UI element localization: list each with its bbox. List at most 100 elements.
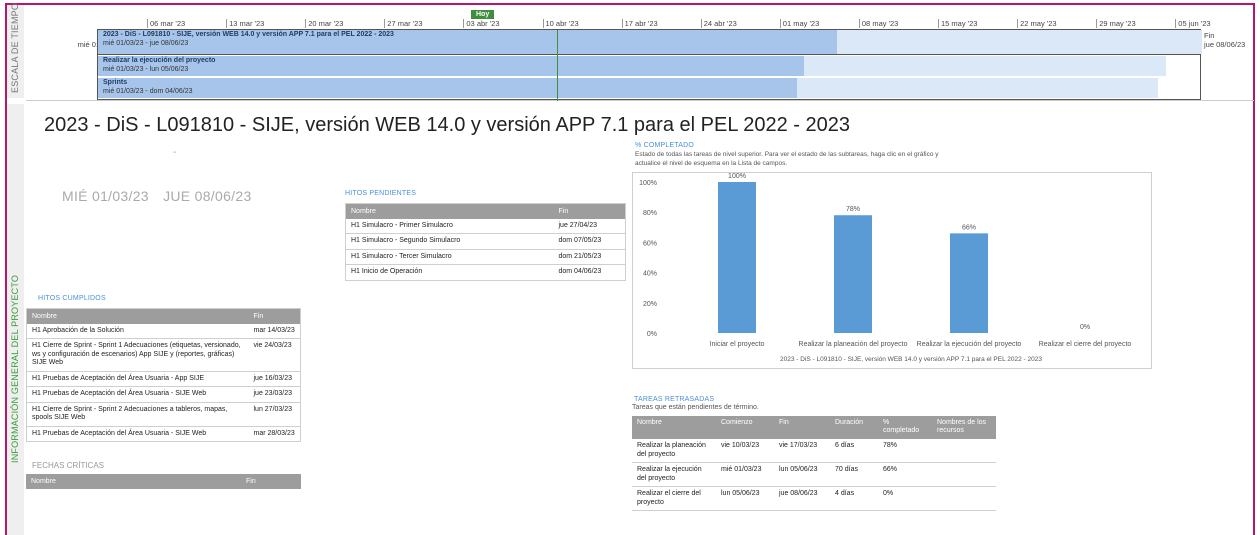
fechas-criticas-table[interactable]: Nombre Fin (26, 474, 301, 489)
cell-fin: jue 23/03/23 (248, 386, 301, 403)
timeline-tick-label: 22 may '23 (1017, 19, 1057, 28)
cell-recursos (932, 462, 996, 487)
table-row[interactable]: Realizar la planeación del proyecto vie … (632, 439, 996, 463)
tareas-retrasadas-description: Tareas que están pendientes de término. (632, 404, 759, 411)
column-header[interactable]: Nombre (26, 308, 249, 324)
table-row[interactable]: H1 Cierre de Sprint - Sprint 2 Adecuacio… (26, 402, 301, 427)
column-header[interactable]: Comienzo (716, 416, 774, 439)
cell-fin: mar 28/03/23 (248, 426, 301, 442)
timeline-bar-sprints[interactable]: Sprints mié 01/03/23 - dom 04/06/23 (98, 78, 1200, 98)
cell-nombre: H1 Aprobación de la Solución (26, 323, 249, 339)
cell-nombre: Realizar la ejecución del proyecto (632, 462, 716, 487)
chart-bar (950, 233, 988, 333)
column-header[interactable]: Fin (553, 203, 626, 219)
x-tick-label: Realizar la ejecución del proyecto (917, 341, 1022, 348)
completado-description: Estado de todas las tareas de nivel supe… (635, 151, 939, 167)
cell-completado: 78% (878, 439, 932, 463)
column-header[interactable]: Fin (248, 308, 301, 324)
cell-nombre: H1 Simulacro - Segundo Simulacro (345, 233, 554, 250)
y-tick-label: 20% (643, 301, 657, 308)
timeline-bar-dates: mié 01/03/23 - jue 08/06/23 (103, 39, 189, 47)
tareas-retrasadas-title: TAREAS RETRASADAS (634, 396, 715, 403)
timeline-bar-area[interactable]: 2023 - DiS - L091810 - SIJE, versión WEB… (97, 29, 1202, 101)
completado-chart[interactable]: 0% 20% 40% 60% 80% 100% 100% Iniciar el proyect… (632, 172, 1152, 369)
bar-data-label: 66% (962, 224, 976, 231)
completado-title: % COMPLETADO (635, 142, 695, 149)
column-header[interactable]: Nombres de los recursos (932, 416, 996, 439)
table-row[interactable]: H1 Pruebas de Aceptación del Área Usuari… (26, 371, 301, 387)
x-axis-label: 2023 - DiS - L091810 - SIJE, versión WEB… (780, 356, 1042, 363)
column-header[interactable]: % completado (878, 416, 932, 439)
project-end-date: JUE 08/06/23 (163, 188, 252, 204)
fechas-criticas-title: FECHAS CRÍTICAS (32, 461, 105, 470)
table-row[interactable]: H1 Simulacro - Segundo Simulacro dom 07/0… (345, 233, 626, 250)
column-header[interactable]: Nombre (632, 416, 716, 439)
timeline-side-label: ESCALA DE TIEMPO (7, 3, 24, 98)
hitos-pendientes-title: HITOS PENDIENTES (345, 190, 417, 197)
table-row[interactable]: H1 Cierre de Sprint - Sprint 1 Adecuacio… (26, 338, 301, 372)
timeline-end-date: jue 08/06/23 (1204, 40, 1246, 49)
column-header[interactable]: Nombre (26, 474, 241, 489)
table-row[interactable]: Realizar el cierre del proyecto lun 05/0… (632, 486, 996, 511)
tareas-retrasadas-table[interactable]: Nombre Comienzo Fin Duración % completad… (632, 416, 996, 511)
cell-nombre: H1 Cierre de Sprint - Sprint 2 Adecuacio… (26, 402, 249, 427)
table-row[interactable]: H1 Pruebas de Aceptación del Área Usuari… (26, 386, 301, 403)
timeline-bar-ejecucion[interactable]: Realizar la ejecución del proyecto mié 0… (98, 56, 1200, 76)
cell-nombre: Realizar la planeación del proyecto (632, 439, 716, 463)
cell-completado: 66% (878, 462, 932, 487)
x-tick-label: Realizar el cierre del proyecto (1039, 341, 1132, 348)
y-tick-label: 60% (643, 240, 657, 247)
overview-side-text: INFORMACIÓN GENERAL DEL PROYECTO (10, 274, 20, 464)
timeline-bar-name: Realizar la ejecución del proyecto (103, 57, 216, 64)
cell-fin: vie 24/03/23 (248, 338, 301, 372)
timeline-tick-label: 03 abr '23 (463, 19, 500, 28)
table-row[interactable]: H1 Simulacro - Tercer Simulacro dom 21/05… (345, 249, 626, 265)
cell-recursos (932, 439, 996, 463)
table-row[interactable]: Realizar la ejecución del proyecto mié 0… (632, 462, 996, 487)
cell-fin: dom 04/06/23 (553, 264, 626, 281)
cell-comienzo: vie 10/03/23 (716, 439, 774, 463)
y-tick-label: 0% (647, 331, 657, 338)
timeline-bar-name: Sprints (103, 79, 128, 86)
cell-fin: dom 07/05/23 (553, 233, 626, 250)
table-row[interactable]: H1 Simulacro - Primer Simulacro jue 27/04… (345, 218, 626, 234)
project-start-date: MIÉ 01/03/23 (62, 188, 149, 204)
today-marker[interactable]: Hoy (471, 10, 495, 19)
timeline[interactable]: 06 mar '23 13 mar '23 20 mar '23 27 mar '23… (26, 5, 1254, 101)
cell-fin: lun 05/06/23 (774, 462, 830, 487)
timeline-bar-dates: mié 01/03/23 - lun 05/06/23 (103, 65, 189, 73)
today-line (557, 30, 558, 101)
table-row[interactable]: H1 Inicio de Operación dom 04/06/23 (345, 264, 626, 281)
column-header[interactable]: Fin (241, 474, 301, 489)
timeline-bar-project[interactable]: 2023 - DiS - L091810 - SIJE, versión WEB… (98, 30, 1202, 55)
hitos-pendientes-table[interactable]: Nombre Fin H1 Simulacro - Primer Simulac… (345, 203, 626, 281)
cell-duracion: 70 días (830, 462, 878, 487)
cell-duracion: 4 días (830, 486, 878, 511)
column-header[interactable]: Fin (774, 416, 830, 439)
table-row[interactable]: H1 Pruebas de Aceptación del Área Usuari… (26, 426, 301, 442)
timeline-tick-label: 15 may '23 (938, 19, 977, 28)
column-header[interactable]: Nombre (345, 203, 554, 219)
bar-data-label: 100% (728, 173, 746, 180)
project-dates: MIÉ 01/03/23 JUE 08/06/23 (62, 188, 252, 204)
column-header[interactable]: Duración (830, 416, 878, 439)
chart-bar (834, 215, 872, 333)
cell-comienzo: lun 05/06/23 (716, 486, 774, 511)
timeline-tick-label: 29 may '23 (1096, 19, 1136, 28)
timeline-tick-label: 20 mar '23 (305, 19, 343, 28)
project-subtitle: - (173, 147, 177, 158)
overview-side-label: INFORMACIÓN GENERAL DEL PROYECTO (7, 104, 24, 535)
cell-completado: 0% (878, 486, 932, 511)
chart-canvas: 0% 20% 40% 60% 80% 100% 100% Iniciar el proyect… (639, 173, 1132, 363)
cell-nombre: Realizar el cierre del proyecto (632, 486, 716, 511)
timeline-tick-label: 08 may '23 (858, 19, 898, 28)
timeline-tick-label: 24 abr '23 (700, 19, 737, 28)
cell-fin: jue 27/04/23 (553, 218, 626, 234)
timeline-end: Fin jue 08/06/23 (1204, 31, 1245, 49)
x-tick-label: Realizar la planeación del proyecto (799, 341, 908, 348)
table-row[interactable]: H1 Aprobación de la Solución mar 14/03/23 (26, 323, 301, 339)
hitos-cumplidos-table[interactable]: Nombre Fin H1 Aprobación de la Solución m… (26, 308, 301, 442)
project-title: 2023 - DiS - L091810 - SIJE, versión WEB… (44, 114, 851, 136)
x-tick-label: Iniciar el proyecto (710, 341, 765, 348)
cell-duracion: 6 días (830, 439, 878, 463)
